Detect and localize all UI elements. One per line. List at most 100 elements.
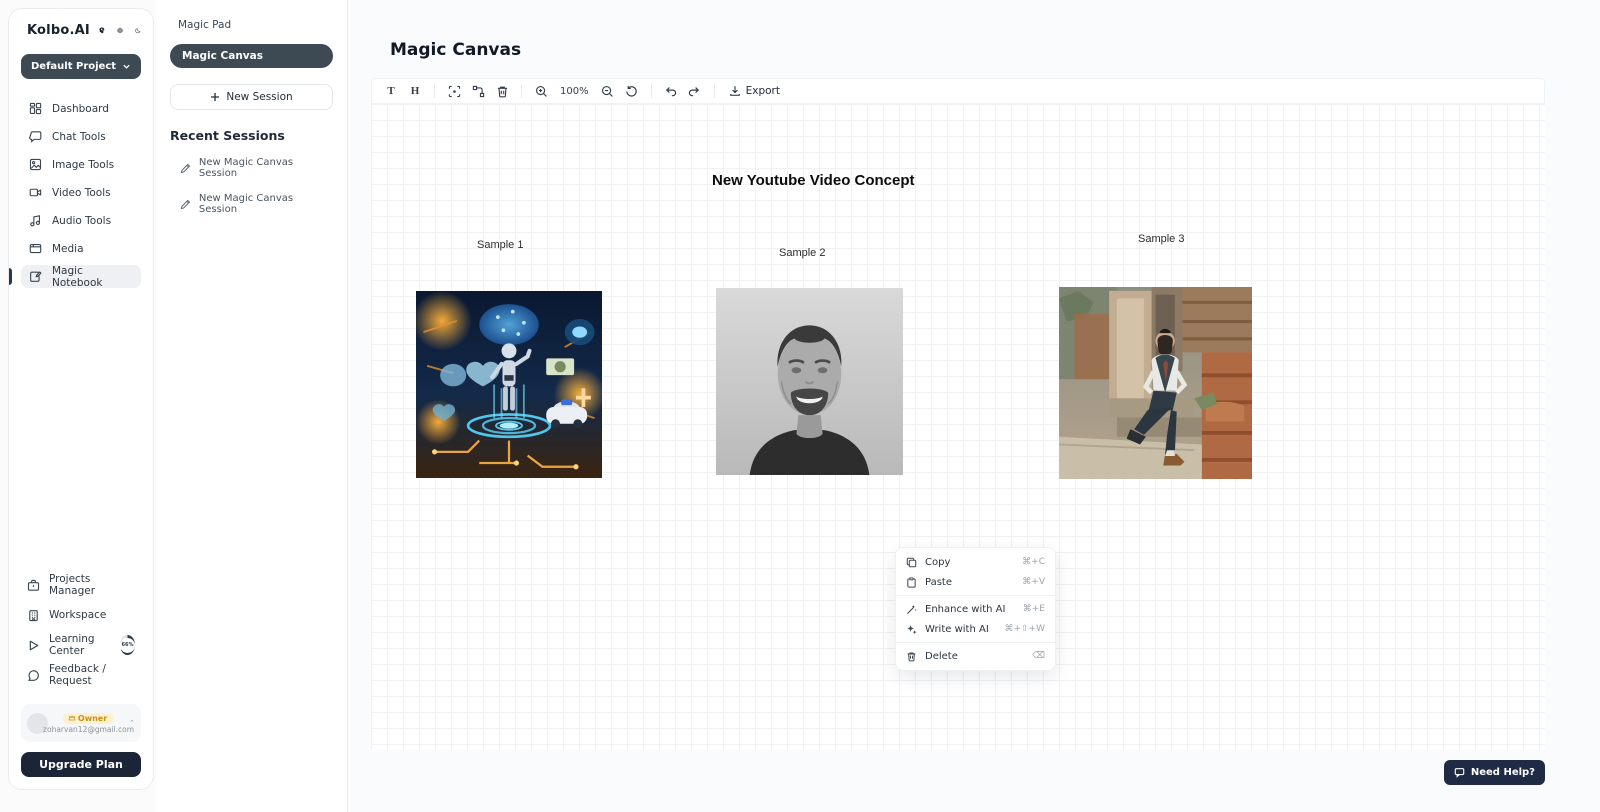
need-help-label: Need Help?: [1471, 767, 1535, 778]
select-region-icon: [448, 85, 461, 98]
connector-tool-button[interactable]: [467, 81, 489, 101]
sidebar-item-feedback-request[interactable]: Feedback / Request: [21, 660, 141, 690]
sidebar-item-audio-tools[interactable]: Audio Tools: [21, 209, 141, 232]
sidebar-item-dashboard[interactable]: Dashboard: [21, 97, 141, 120]
delete-tool-button[interactable]: [491, 81, 513, 101]
context-menu: Copy ⌘+C Paste ⌘+V Enhance with AI ⌘+E W…: [895, 547, 1056, 671]
context-menu-divider: [896, 595, 1055, 596]
learning-progress-value: 66%: [120, 638, 135, 653]
toolbar-divider: [714, 84, 715, 98]
context-menu-label: Copy: [925, 557, 1014, 568]
context-menu-label: Paste: [925, 577, 1014, 588]
context-menu-item-paste[interactable]: Paste ⌘+V: [896, 572, 1055, 592]
sidebar-item-label: Projects Manager: [49, 573, 135, 597]
project-selector[interactable]: Default Project: [21, 54, 141, 79]
help-chat-icon: [1454, 767, 1465, 778]
sidebar-item-image-tools[interactable]: Image Tools: [21, 153, 141, 176]
sidebar-item-label: Media: [52, 243, 84, 255]
recent-sessions-heading: Recent Sessions: [170, 128, 333, 143]
reset-view-button[interactable]: [621, 81, 643, 101]
sample-3-image[interactable]: [1059, 287, 1252, 479]
rotate-reset-icon: [625, 85, 638, 98]
context-menu-label: Delete: [925, 651, 1024, 662]
owner-role-badge: Owner: [63, 713, 114, 724]
canvas-heading-text[interactable]: New Youtube Video Concept: [712, 172, 915, 189]
trash-icon: [906, 651, 917, 662]
nav-item-magic-canvas-active[interactable]: Magic Canvas: [170, 44, 333, 68]
globe-icon[interactable]: [117, 24, 123, 37]
pencil-icon: [180, 199, 191, 210]
session-list-item[interactable]: New Magic Canvas Session: [170, 157, 333, 179]
zoom-in-icon: [535, 85, 548, 98]
sidebar-item-media[interactable]: Media: [21, 237, 141, 260]
user-email: zoharvan12@gmail.com: [43, 725, 134, 734]
magic-canvas-grid[interactable]: New Youtube Video Concept Sample 1 Sampl…: [371, 104, 1545, 750]
sample-3-label[interactable]: Sample 3: [1138, 233, 1184, 245]
user-meta: Owner zoharvan12@gmail.com: [54, 713, 123, 734]
feedback-chat-icon: [27, 669, 40, 682]
context-menu-item-enhance-with-ai[interactable]: Enhance with AI ⌘+E: [896, 599, 1055, 619]
sidebar-item-learning-center[interactable]: Learning Center 66%: [21, 630, 141, 660]
sample-1-label[interactable]: Sample 1: [477, 239, 523, 251]
sidebar-item-label: Feedback / Request: [49, 663, 135, 687]
sample-2-image[interactable]: [716, 288, 903, 475]
paste-icon: [906, 577, 917, 588]
toolbar-divider: [651, 84, 652, 98]
undo-button[interactable]: [660, 81, 682, 101]
context-menu-item-delete[interactable]: Delete ⌫: [896, 646, 1055, 666]
sidebar-item-chat-tools[interactable]: Chat Tools: [21, 125, 141, 148]
project-selector-label: Default Project: [31, 61, 116, 72]
export-label: Export: [746, 85, 780, 97]
dashboard-icon: [29, 102, 42, 115]
sidebar-item-label: Dashboard: [52, 103, 109, 115]
chevron-updown-icon: ⌃: [129, 719, 135, 727]
zoom-in-button[interactable]: [530, 81, 552, 101]
sparkles-icon: [906, 624, 917, 635]
sample-1-image[interactable]: [416, 291, 602, 478]
sidebar-item-label: Learning Center: [49, 633, 109, 657]
user-account-card[interactable]: Owner zoharvan12@gmail.com ⌃: [21, 704, 141, 742]
magic-wand-icon: [906, 604, 917, 615]
sidebar-item-video-tools[interactable]: Video Tools: [21, 181, 141, 204]
dark-mode-moon-icon[interactable]: [135, 24, 141, 37]
new-session-button[interactable]: New Session: [170, 84, 333, 110]
context-menu-item-write-with-ai[interactable]: Write with AI ⌘+⇧+W: [896, 619, 1055, 639]
export-button[interactable]: Export: [723, 85, 786, 97]
upgrade-plan-button[interactable]: Upgrade Plan: [21, 752, 141, 777]
sidebar-item-magic-notebook[interactable]: Magic Notebook: [21, 265, 141, 288]
sidebar-item-projects-manager[interactable]: Projects Manager: [21, 570, 141, 600]
context-menu-item-copy[interactable]: Copy ⌘+C: [896, 552, 1055, 572]
main-nav: Dashboard Chat Tools Image Tools Video T…: [21, 97, 141, 288]
context-menu-shortcut: ⌘+V: [1022, 577, 1045, 587]
undo-icon: [664, 85, 677, 98]
session-panel: Magic Pad Magic Canvas New Session Recen…: [156, 0, 348, 812]
context-menu-shortcut: ⌫: [1032, 651, 1045, 661]
nav-item-magic-pad[interactable]: Magic Pad: [170, 14, 333, 36]
pencil-icon: [180, 163, 191, 174]
sidebar-item-label: Chat Tools: [52, 131, 106, 143]
text-tool-button[interactable]: T: [380, 81, 402, 101]
redo-icon: [688, 85, 701, 98]
sidebar-item-workspace[interactable]: Workspace: [21, 600, 141, 630]
toolbar-divider: [521, 84, 522, 98]
zoom-out-button[interactable]: [597, 81, 619, 101]
main-content: Magic Canvas T H 100%: [349, 0, 1600, 812]
copy-icon: [906, 557, 917, 568]
context-menu-shortcut: ⌘+⇧+W: [1004, 624, 1045, 634]
image-icon: [29, 158, 42, 171]
session-item-label: New Magic Canvas Session: [199, 157, 333, 179]
zoom-level-value[interactable]: 100%: [554, 86, 595, 97]
session-list-item[interactable]: New Magic Canvas Session: [170, 193, 333, 215]
sidebar-item-label: Image Tools: [52, 159, 114, 171]
text-tool-glyph: T: [387, 85, 394, 97]
play-icon: [27, 639, 40, 652]
redo-button[interactable]: [684, 81, 706, 101]
sample-2-label[interactable]: Sample 2: [779, 247, 825, 259]
owner-badge-label: Owner: [78, 714, 107, 723]
need-help-button[interactable]: Need Help?: [1444, 760, 1545, 785]
heading-tool-button[interactable]: H: [404, 81, 426, 101]
page-title: Magic Canvas: [390, 40, 521, 60]
heading-tool-glyph: H: [411, 85, 420, 97]
select-region-button[interactable]: [443, 81, 465, 101]
media-folder-icon: [29, 242, 42, 255]
